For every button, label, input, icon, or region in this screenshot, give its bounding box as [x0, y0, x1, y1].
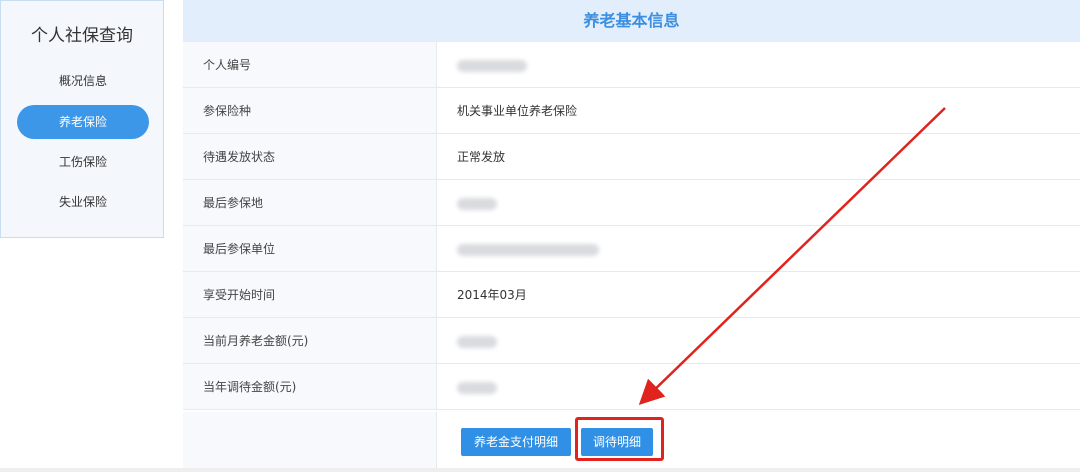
annotation-arrow-icon — [638, 107, 946, 405]
bottom-divider — [0, 468, 1080, 472]
